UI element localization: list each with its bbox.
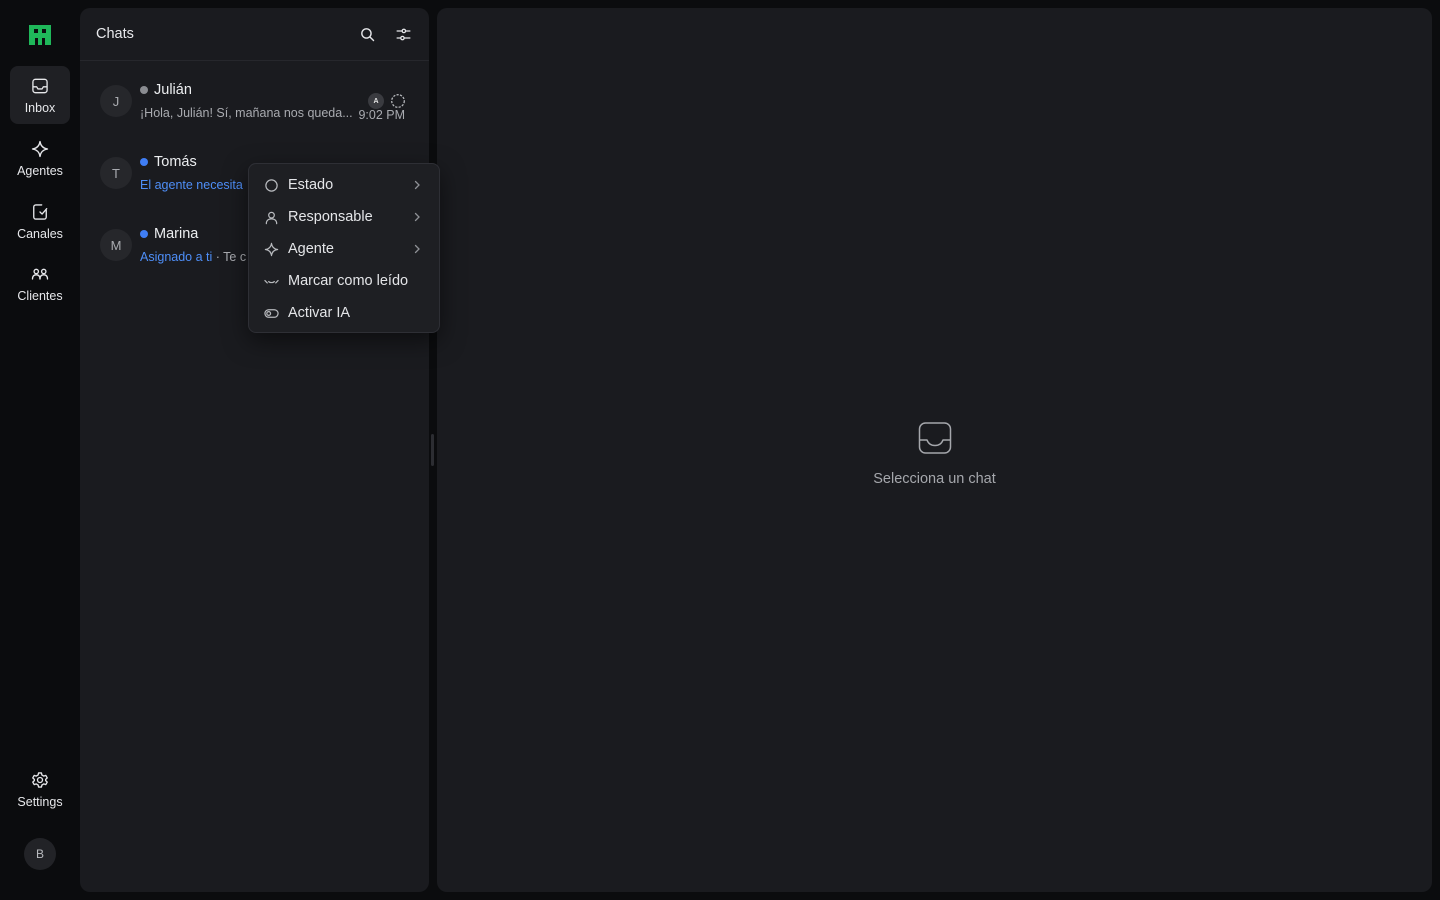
rail-label-canales: Canales	[17, 226, 63, 241]
status-ring-icon[interactable]	[390, 93, 406, 109]
menu-item-agente[interactable]: Agente	[249, 233, 439, 265]
chat-list-header: Chats	[80, 8, 429, 61]
chat-preview: Asignado a ti · Te c	[140, 250, 246, 264]
chat-avatar: J	[100, 85, 132, 117]
rail-item-inbox[interactable]: Inbox	[10, 66, 70, 124]
menu-item-label: Marcar como leído	[288, 273, 409, 289]
chat-name: Tomás	[140, 154, 197, 170]
panel-resize-handle[interactable]	[431, 434, 434, 466]
rail-label-settings: Settings	[17, 794, 63, 809]
chat-preview-highlight: El agente necesita	[140, 178, 243, 192]
menu-item-estado[interactable]: Estado	[249, 169, 439, 201]
menu-item-label: Activar IA	[288, 305, 351, 321]
chat-name: Julián	[140, 82, 192, 98]
chat-preview: El agente necesita	[140, 178, 243, 192]
chevron-right-icon	[414, 212, 420, 222]
user-avatar[interactable]: B	[24, 838, 56, 870]
menu-item-responsable[interactable]: Responsable	[249, 201, 439, 233]
menu-item-marcar-leido[interactable]: Marcar como leído	[249, 265, 439, 297]
sliders-icon	[395, 28, 411, 40]
gear-icon	[32, 771, 48, 788]
chevron-right-icon	[414, 244, 420, 254]
chat-row-julian[interactable]: J Julián ¡Hola, Julián! Sí, mañana nos q…	[80, 69, 429, 141]
app-logo-icon[interactable]	[28, 23, 52, 47]
inbox-icon	[32, 78, 48, 93]
empty-state: Selecciona un chat	[437, 420, 1432, 487]
menu-item-label: Responsable	[288, 209, 373, 225]
status-dot	[140, 230, 148, 238]
rail-item-clientes[interactable]: Clientes	[10, 254, 70, 312]
chat-name: Marina	[140, 226, 198, 242]
chat-list-title: Chats	[96, 26, 134, 42]
menu-item-activar-ia[interactable]: Activar IA	[249, 297, 439, 329]
rail-item-settings[interactable]: Settings	[10, 760, 70, 818]
menu-item-label: Estado	[288, 177, 334, 193]
assignee-badge: A	[368, 93, 384, 109]
chat-context-menu: Estado Responsable Agente Marcar como le…	[248, 163, 440, 333]
users-icon	[31, 268, 49, 280]
chat-preview: ¡Hola, Julián! Sí, mañana nos queda...	[140, 106, 353, 120]
chat-preview-highlight: Asignado a ti	[140, 250, 213, 264]
search-icon	[360, 27, 374, 41]
filter-button[interactable]	[385, 16, 421, 52]
conversation-panel: Selecciona un chat	[437, 8, 1432, 892]
rail-item-canales[interactable]: Canales	[10, 192, 70, 250]
rail-label-clientes: Clientes	[17, 288, 63, 303]
chat-avatar: M	[100, 229, 132, 261]
left-rail: Inbox Agentes Canales Clientes Settings …	[0, 0, 80, 900]
chat-avatar: T	[100, 157, 132, 189]
rail-item-agentes[interactable]: Agentes	[10, 129, 70, 187]
status-dot	[140, 158, 148, 166]
inbox-icon	[918, 422, 951, 454]
person-icon	[265, 211, 277, 224]
chat-name-text: Julián	[154, 82, 192, 98]
chat-name-text: Tomás	[154, 154, 197, 170]
chat-name-text: Marina	[154, 226, 199, 242]
sparkle-icon	[31, 140, 49, 157]
search-button[interactable]	[349, 16, 385, 52]
empty-state-text: Selecciona un chat	[873, 471, 996, 487]
chat-time: 9:02 PM	[358, 108, 405, 122]
menu-item-label: Agente	[288, 241, 334, 257]
rail-label-agentes: Agentes	[17, 163, 63, 178]
chat-preview-text: · Te c	[212, 250, 247, 264]
channel-icon	[33, 203, 48, 220]
chat-list-panel: Chats J Julián ¡Hola, Julián! Sí, mañana…	[80, 8, 429, 892]
status-dot	[140, 86, 148, 94]
circle-icon	[264, 178, 278, 192]
rail-label-inbox: Inbox	[24, 100, 56, 115]
read-icon	[263, 279, 279, 284]
toggle-icon	[263, 308, 279, 318]
chevron-right-icon	[414, 180, 420, 190]
sparkle-icon	[264, 242, 278, 256]
